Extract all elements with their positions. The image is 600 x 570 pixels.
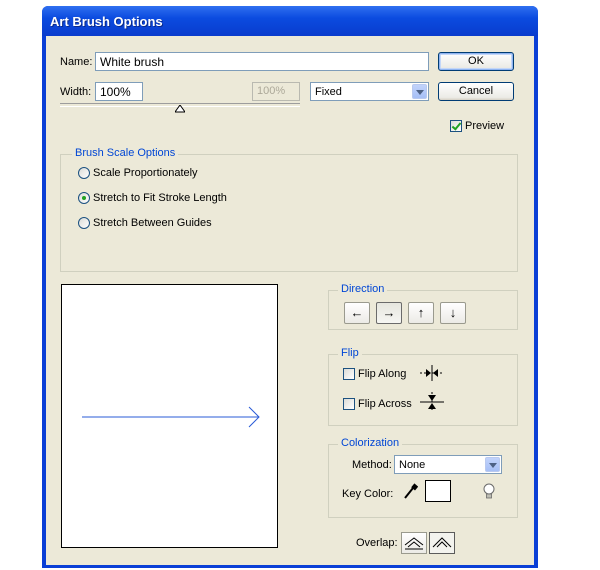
preview-label: Preview <box>465 120 505 132</box>
direction-left-button[interactable]: ← <box>344 302 370 324</box>
flip-along-label: Flip Along <box>358 368 407 380</box>
preview-checkbox[interactable] <box>450 120 462 132</box>
arrow-up-icon: ↑ <box>417 305 425 320</box>
name-label: Name: <box>60 56 93 68</box>
direction-title: Direction <box>338 283 388 295</box>
flip-title: Flip <box>338 347 362 359</box>
scale-proportionately-radio[interactable] <box>78 167 90 179</box>
arrow-left-icon: ← <box>350 305 364 320</box>
dialog-title: Art Brush Options <box>50 14 163 29</box>
title-bar[interactable]: Art Brush Options <box>42 6 538 36</box>
overlap-adjust-button[interactable] <box>401 532 427 554</box>
direction-up-button[interactable]: ↑ <box>408 302 434 324</box>
dialog-body: Name: White brush OK Width: 100% 100% Fi… <box>46 36 534 565</box>
colorization-title: Colorization <box>338 437 403 449</box>
arrow-down-icon: ↓ <box>449 305 457 320</box>
overlap-none-button[interactable] <box>429 532 455 554</box>
flip-across-label: Flip Across <box>358 398 412 410</box>
method-value: None <box>399 459 426 471</box>
key-color-swatch[interactable] <box>425 480 451 502</box>
ok-button[interactable]: OK <box>438 52 514 71</box>
overlap-label: Overlap: <box>356 537 398 549</box>
brush-preview-canvas <box>61 284 278 548</box>
arrow-right-icon: → <box>382 305 396 320</box>
flip-across-icon <box>420 392 444 412</box>
scale-proportionately-label: Scale Proportionately <box>93 167 198 179</box>
cancel-button[interactable]: Cancel <box>438 82 514 101</box>
stretch-to-fit-label: Stretch to Fit Stroke Length <box>93 192 227 204</box>
chevron-down-icon[interactable] <box>412 84 427 99</box>
tips-lightbulb-icon[interactable] <box>482 483 496 501</box>
width-mode-value: Fixed <box>315 86 342 98</box>
name-input[interactable]: White brush <box>95 52 429 71</box>
overlap-adjust-icon <box>404 537 424 550</box>
method-select[interactable]: None <box>394 455 502 474</box>
method-label: Method: <box>352 459 392 471</box>
stretch-between-guides-radio[interactable] <box>78 217 90 229</box>
width-mode-select[interactable]: Fixed <box>310 82 429 101</box>
dialog-window: Art Brush Options Name: White brush OK W… <box>42 6 538 568</box>
stretch-to-fit-radio[interactable] <box>78 192 90 204</box>
width-input[interactable]: 100% <box>95 82 143 101</box>
width-label: Width: <box>60 86 92 98</box>
overlap-none-icon <box>432 537 452 548</box>
variation-input: 100% <box>252 82 300 101</box>
flip-across-checkbox[interactable] <box>343 398 355 410</box>
stretch-between-guides-label: Stretch Between Guides <box>93 217 212 229</box>
chevron-down-icon[interactable] <box>485 457 500 472</box>
flip-along-icon <box>420 365 444 381</box>
brush-scale-options-title: Brush Scale Options <box>72 147 179 159</box>
direction-right-button[interactable]: → <box>376 302 402 324</box>
key-color-label: Key Color: <box>342 488 394 500</box>
eyedropper-icon[interactable] <box>402 483 418 501</box>
preview-arrow-stroke <box>82 406 260 428</box>
width-slider-handle[interactable] <box>175 105 185 113</box>
direction-down-button[interactable]: ↓ <box>440 302 466 324</box>
flip-along-checkbox[interactable] <box>343 368 355 380</box>
